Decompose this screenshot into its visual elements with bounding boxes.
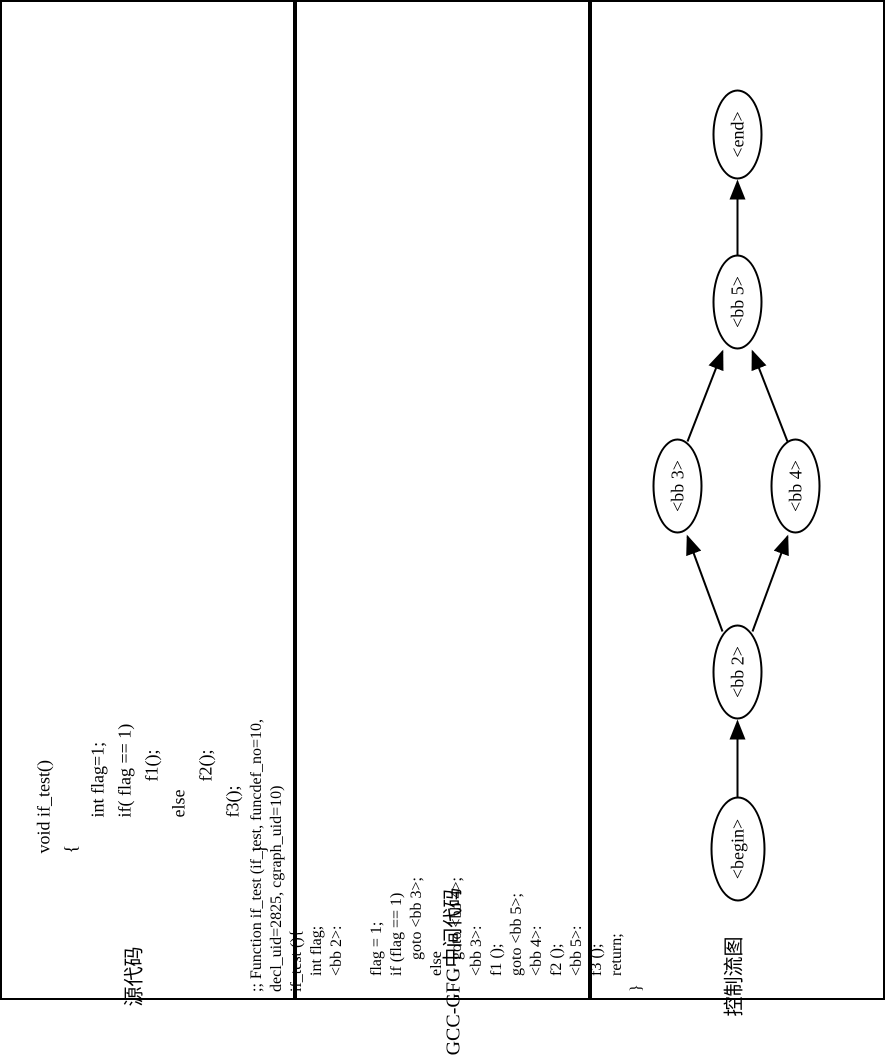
source-code-text: void if_test() { int flag=1; if( flag ==… <box>31 154 274 854</box>
intermediate-code-text: ;; Function if_test (if_test, funcdef_no… <box>247 92 647 992</box>
node-bb2-label: <bb 2> <box>727 646 748 698</box>
node-bb5-label: <bb 5> <box>727 276 748 328</box>
node-bb2: <bb 2> <box>713 625 763 720</box>
node-bb4: <bb 4> <box>771 439 821 534</box>
node-begin: <begin> <box>711 797 766 902</box>
main-container: void if_test() { int flag=1; if( flag ==… <box>0 0 885 1000</box>
intermediate-code-panel: ;; Function if_test (if_test, funcdef_no… <box>295 0 590 1000</box>
node-bb3-label: <bb 3> <box>667 460 688 512</box>
source-label: 源代码 <box>118 947 147 1007</box>
node-end: <end> <box>713 90 763 180</box>
node-begin-label: <begin> <box>728 819 749 879</box>
cfg-diagram: <begin> <bb 2> <bb 3> <bb 4> <bb 5> <end… <box>593 52 885 952</box>
node-bb3: <bb 3> <box>653 439 703 534</box>
node-end-label: <end> <box>727 111 748 157</box>
node-bb4-label: <bb 4> <box>785 460 806 512</box>
node-bb5: <bb 5> <box>713 255 763 350</box>
intermediate-label: GCC-GFG中间代码 <box>436 888 465 1055</box>
cfg-panel: <begin> <bb 2> <bb 3> <bb 4> <bb 5> <end… <box>590 0 885 1000</box>
cfg-label: 控制流图 <box>718 937 747 1017</box>
